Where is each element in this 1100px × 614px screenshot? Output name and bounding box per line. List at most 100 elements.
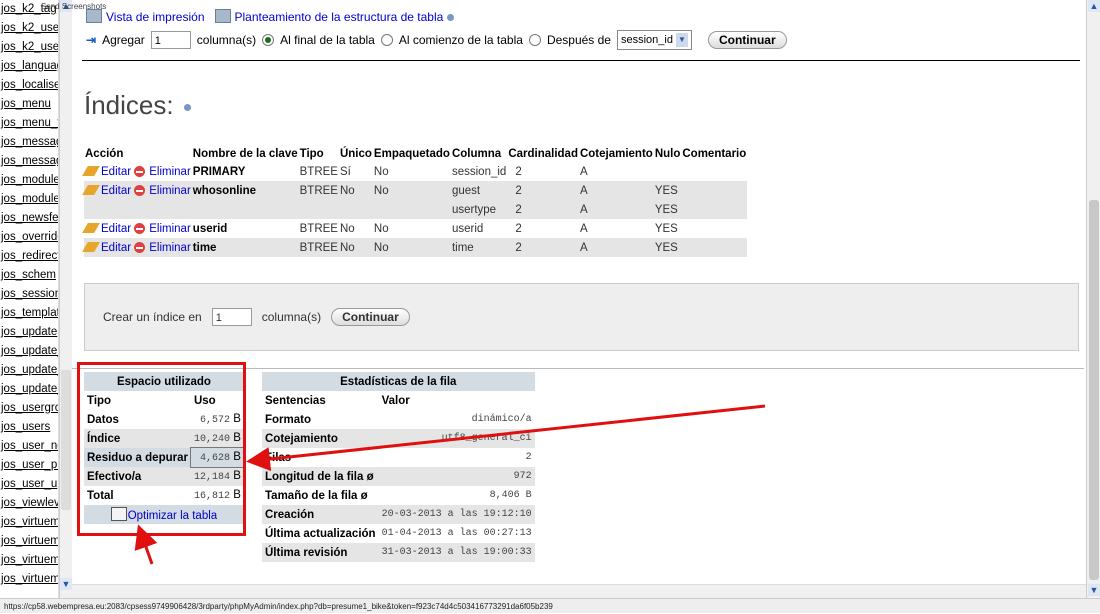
help-icon[interactable] [446, 14, 454, 22]
indexes-table: Acción Nombre de la clave Tipo Único Empaque… [82, 146, 748, 257]
index-null: YES [653, 181, 682, 200]
sidebar-item-table[interactable]: jos_templat [0, 304, 58, 323]
page-scroll-thumb[interactable] [1089, 200, 1099, 580]
page-scrollbar[interactable]: ▲ ▼ [1086, 0, 1100, 598]
add-count-input[interactable]: 1 [150, 31, 191, 49]
sidebar-item-table[interactable]: jos_localise [0, 76, 58, 95]
table-list: jos_k2_tag jos_k2_use jos_k2_use jos_langua… [0, 0, 58, 589]
edit-index-link[interactable]: Editar [101, 223, 131, 235]
structure-plan-link[interactable]: Planteamiento de la estructura de tabla [235, 10, 444, 24]
delete-index-link[interactable]: Eliminar [149, 185, 191, 197]
sidebar-item-table[interactable]: jos_viewlev [0, 494, 58, 513]
sidebar-item-table[interactable]: jos_update_ [0, 342, 58, 361]
stat-label: Última revisión [262, 543, 379, 562]
horizontal-scrollbar[interactable] [72, 584, 1086, 599]
sidebar-item-table[interactable]: jos_session [0, 285, 58, 304]
sidebar-item-table[interactable]: jos_virtuem [0, 551, 58, 570]
index-actions: Editar Eliminar [82, 181, 192, 200]
index-comment [681, 238, 748, 257]
table-row: Residuo a depurar 4,628 B [84, 447, 245, 468]
radio-end-of-table[interactable] [262, 34, 275, 46]
sidebar-scroll-thumb[interactable] [61, 370, 71, 510]
space-use-value: 16,812 B [191, 486, 244, 505]
after-column-select[interactable]: session_id ▼ [616, 30, 692, 50]
index-unique [338, 200, 373, 219]
sidebar-item-table[interactable]: jos_usergrc [0, 399, 58, 418]
sidebar-item-table[interactable]: jos_user_pi [0, 456, 58, 475]
sidebar-item-table[interactable]: jos_virtuem [0, 513, 58, 532]
radio-start-of-table[interactable] [380, 34, 393, 46]
delete-index-link[interactable]: Eliminar [149, 166, 191, 178]
sidebar-item-table[interactable]: jos_user_no [0, 437, 58, 456]
index-key-name: time [191, 238, 299, 257]
radio-after-column[interactable] [528, 34, 541, 46]
sidebar-item-table[interactable]: jos_messag [0, 133, 58, 152]
sidebar-item-table[interactable]: jos_update_ [0, 361, 58, 380]
create-index-continue-button[interactable]: Continuar [331, 308, 410, 326]
space-unit: B [233, 451, 241, 463]
scroll-up-icon[interactable]: ▲ [1088, 0, 1100, 12]
edit-icon [82, 184, 100, 195]
index-column-header: Empaquetado [372, 146, 451, 162]
add-continue-button[interactable]: Continuar [707, 31, 787, 49]
edit-index-link[interactable]: Editar [101, 242, 131, 254]
sidebar-item-table[interactable]: jos_user_u [0, 475, 58, 494]
index-comment [681, 181, 748, 200]
table-row: Longitud de la fila ø 972 [262, 467, 535, 486]
space-unit: B [233, 489, 241, 501]
sidebar-item-table[interactable]: jos_module [0, 190, 58, 209]
index-column-header: Cotejamiento [578, 146, 654, 162]
table-row: Efectivo/a 12,184 B [84, 467, 244, 486]
sidebar-item-table[interactable]: jos_newsfe [0, 209, 58, 228]
index-unique: No [338, 238, 373, 257]
index-column-header: Cardinalidad [507, 146, 579, 162]
sidebar-item-table[interactable]: jos_override [0, 228, 58, 247]
index-column: time [450, 238, 508, 257]
sidebar-item-table[interactable]: jos_menu_t [0, 114, 58, 133]
sidebar-item-table[interactable]: jos_k2_use [0, 19, 58, 38]
sidebar-item-table[interactable]: jos_redirect [0, 247, 58, 266]
delete-index-link[interactable]: Eliminar [149, 223, 191, 235]
index-column-header: Tipo [298, 146, 339, 162]
sidebar-item-table[interactable]: jos_virtuem [0, 532, 58, 551]
index-key-name [191, 200, 299, 219]
scroll-down-icon[interactable]: ▼ [1088, 584, 1100, 596]
sidebar-item-table[interactable]: jos_k2_use [0, 38, 58, 57]
index-key-name: userid [191, 219, 299, 238]
table-list-sidebar: jos_k2_tag jos_k2_use jos_k2_use jos_langua… [0, 0, 59, 598]
sidebar-item-table[interactable]: jos_module [0, 171, 58, 190]
index-null: YES [653, 200, 682, 219]
sidebar-item-table[interactable]: jos_update [0, 323, 58, 342]
delete-icon [134, 165, 146, 177]
sidebar-item-table[interactable]: jos_menu [0, 95, 58, 114]
edit-index-link[interactable]: Editar [101, 185, 131, 197]
scroll-down-icon[interactable]: ▼ [60, 578, 72, 590]
edit-index-link[interactable]: Editar [101, 166, 131, 178]
add-column-row: ⇥ Agregar 1 columna(s) Al final de la ta… [86, 30, 787, 50]
create-index-count-input[interactable]: 1 [211, 308, 252, 326]
radio-after-label: Después de [546, 33, 611, 47]
table-row: Formato dinámico/a [262, 410, 535, 429]
edit-icon [82, 222, 100, 233]
delete-index-link[interactable]: Eliminar [149, 242, 191, 254]
sidebar-item-table[interactable]: jos_update_ [0, 380, 58, 399]
delete-icon [134, 222, 146, 234]
print-view-link[interactable]: Vista de impresión [106, 10, 205, 24]
index-column-header: Acción [84, 146, 192, 162]
index-null: YES [653, 219, 682, 238]
index-column: session_id [450, 162, 508, 181]
sidebar-item-table[interactable]: jos_users [0, 418, 58, 437]
optimize-table-link[interactable]: Optimizar la tabla [128, 510, 217, 522]
sidebar-item-table[interactable]: jos_virtuem [0, 570, 58, 589]
row-stats-title: Estadísticas de la fila [262, 372, 535, 391]
sidebar-item-table[interactable]: jos_languag [0, 57, 58, 76]
space-unit: B [233, 470, 241, 482]
sidebar-item-table[interactable]: jos_messag [0, 152, 58, 171]
index-collation: A [578, 219, 654, 238]
help-icon[interactable] [183, 103, 191, 111]
sidebar-scrollbar[interactable]: ▲ ▼ [59, 0, 72, 598]
index-actions: Editar Eliminar [82, 219, 192, 238]
table-row: Última actualización 01-04-2013 a las 00:… [262, 524, 535, 543]
index-type: BTREE [298, 219, 339, 238]
sidebar-item-table[interactable]: jos_schem [0, 266, 58, 285]
